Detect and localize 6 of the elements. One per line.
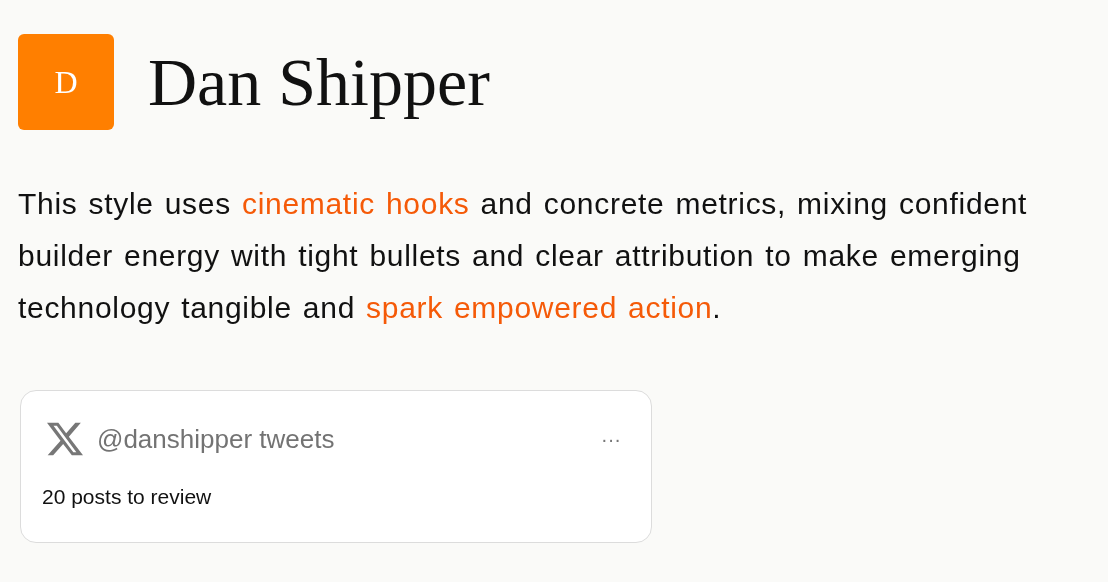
source-card[interactable]: @danshipper tweets ··· 20 posts to review (20, 390, 652, 543)
card-subtitle: 20 posts to review (42, 484, 213, 510)
card-title: @danshipper tweets (97, 422, 335, 456)
more-button[interactable]: ··· (595, 424, 627, 454)
avatar: D (18, 34, 114, 130)
style-description: This style uses cinematic hooks and concrete metrics, mixing confident builder energy with tight bullets and clear attribution to make emerging technology tangible and spark empowered action. (18, 186, 1029, 326)
